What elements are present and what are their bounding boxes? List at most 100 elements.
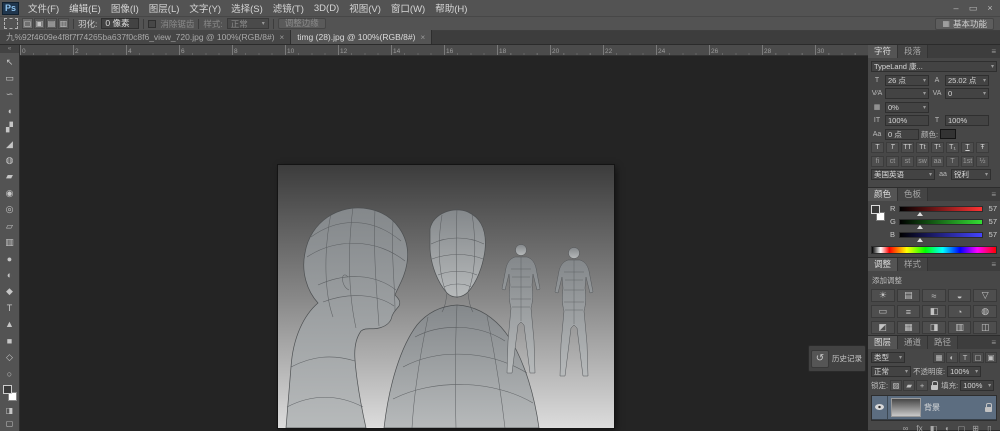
layers-footer-icon[interactable]: ▯ — [984, 423, 995, 431]
adjustment-icon[interactable]: ◒ — [948, 289, 972, 302]
layer-filter-icon[interactable]: ▣ — [985, 352, 997, 363]
style-select[interactable]: 正常 ▾ — [227, 18, 269, 29]
type-style-button[interactable]: T — [886, 142, 899, 153]
tool-button[interactable]: ◆ — [0, 283, 19, 299]
feather-input[interactable]: 0 像素 — [101, 18, 139, 29]
tool-button[interactable]: ◇ — [0, 349, 19, 365]
document-tab[interactable]: timg (28).jpg @ 100%(RGB/8#) × — [291, 30, 432, 44]
tool-button[interactable]: ∽ — [0, 87, 19, 103]
layers-footer-icon[interactable]: fx — [914, 423, 925, 431]
adjustment-icon[interactable]: ◫ — [973, 321, 997, 334]
font-size-select[interactable]: 26 点 ▾ — [885, 75, 929, 86]
tab-paragraph[interactable]: 段落 — [898, 45, 928, 58]
channel-slider[interactable] — [899, 232, 983, 238]
menu-item[interactable]: 文字(Y) — [184, 1, 226, 15]
selection-mode-button[interactable]: ▤ — [46, 18, 57, 29]
document-tab[interactable]: 九%92f4609e4f8f7f74265ba637f0c8f6_view_72… — [0, 30, 291, 44]
tool-button[interactable]: ◍ — [0, 152, 19, 168]
tab-styles[interactable]: 样式 — [898, 258, 928, 271]
layers-footer-icon[interactable]: ◧ — [928, 423, 939, 431]
tool-button[interactable]: ▥ — [0, 234, 19, 250]
opentype-button[interactable]: aa — [931, 156, 944, 167]
tool-button[interactable]: ● — [0, 251, 19, 267]
tool-button[interactable]: ▞ — [0, 120, 19, 136]
fill-select[interactable]: 100% ▾ — [960, 380, 994, 391]
tab-paths[interactable]: 路径 — [928, 336, 958, 349]
layers-footer-icon[interactable]: ∞ — [900, 423, 911, 431]
foreground-color-swatch[interactable] — [871, 205, 880, 214]
workspace-switcher[interactable]: ▦ 基本功能 — [935, 18, 994, 30]
layer-filter-icon[interactable]: ▢ — [972, 352, 984, 363]
channel-value[interactable]: 57 — [985, 204, 997, 213]
tools-collapse-icon[interactable]: « — [0, 45, 19, 53]
tab-color[interactable]: 颜色 — [868, 188, 898, 201]
menu-item[interactable]: 编辑(E) — [64, 1, 106, 15]
panel-menu-icon[interactable]: ≡ — [987, 258, 1000, 271]
selection-mode-button[interactable]: ▢ — [22, 18, 33, 29]
baseline-shift-input[interactable]: 0 点 — [885, 129, 919, 140]
layers-footer-icon[interactable]: ◐ — [942, 423, 953, 431]
tool-button[interactable]: ▭ — [0, 70, 19, 86]
slider-thumb-icon[interactable] — [917, 212, 923, 216]
menu-item[interactable]: 滤镜(T) — [268, 1, 309, 15]
tool-button[interactable]: ↖ — [0, 54, 19, 70]
canvas-area[interactable]: 024681012141618202224262830 — [20, 45, 868, 431]
opentype-button[interactable]: ct — [886, 156, 899, 167]
tool-button[interactable]: ◖ — [0, 103, 19, 119]
adjustment-icon[interactable]: ▤ — [897, 289, 921, 302]
adjustment-icon[interactable]: ≈ — [922, 289, 946, 302]
font-family-select[interactable]: TypeLand 康... ▾ — [871, 61, 997, 72]
tool-button[interactable]: ○ — [0, 365, 19, 381]
adjustment-icon[interactable]: ▽ — [973, 289, 997, 302]
layers-footer-icon[interactable]: ⊞ — [970, 423, 981, 431]
channel-slider[interactable] — [899, 206, 983, 212]
opentype-button[interactable]: st — [901, 156, 914, 167]
layer-filter-icon[interactable]: ▦ — [933, 352, 945, 363]
type-style-button[interactable]: T¹ — [931, 142, 944, 153]
opacity-select[interactable]: 100% ▾ — [947, 366, 981, 377]
tool-button[interactable]: ◎ — [0, 202, 19, 218]
menu-item[interactable]: 视图(V) — [344, 1, 386, 15]
layer-filter-icon[interactable]: ◐ — [946, 352, 958, 363]
layer-thumbnail[interactable] — [892, 399, 920, 416]
layer-filter-select[interactable]: 类型 ▾ — [871, 352, 905, 363]
screen-mode-button[interactable]: ▢ — [0, 417, 19, 430]
type-style-button[interactable]: TT — [901, 142, 914, 153]
menu-item[interactable]: 图层(L) — [144, 1, 185, 15]
tab-layers[interactable]: 图层 — [868, 336, 898, 349]
foreground-color-swatch[interactable] — [3, 385, 12, 394]
adjustment-icon[interactable]: ◔ — [948, 305, 972, 318]
kerning-select[interactable]: ▾ — [885, 88, 929, 99]
opentype-button[interactable]: 1st — [961, 156, 974, 167]
tracking-select[interactable]: 0 ▾ — [945, 88, 989, 99]
tool-button[interactable]: ◐ — [0, 267, 19, 283]
lock-option-icon[interactable]: + — [916, 380, 928, 391]
adjustment-icon[interactable]: ☀ — [871, 289, 895, 302]
type-style-button[interactable]: T — [871, 142, 884, 153]
opentype-button[interactable]: ½ — [976, 156, 989, 167]
type-style-button[interactable]: T — [961, 142, 974, 153]
selection-mode-button[interactable]: ▥ — [58, 18, 69, 29]
menu-item[interactable]: 文件(F) — [23, 1, 64, 15]
tool-button[interactable]: ▱ — [0, 218, 19, 234]
vertical-scale-input[interactable]: 100% — [885, 115, 929, 126]
panel-menu-icon[interactable]: ≡ — [987, 336, 1000, 349]
layer-filter-icon[interactable]: T — [959, 352, 971, 363]
layer-name[interactable]: 背景 — [924, 402, 984, 413]
tab-close-icon[interactable]: × — [280, 33, 285, 42]
selection-mode-button[interactable]: ▣ — [34, 18, 45, 29]
tool-button[interactable]: ▲ — [0, 316, 19, 332]
anti-alias-select[interactable]: 锐利 ▾ — [951, 169, 991, 180]
panel-menu-icon[interactable]: ≡ — [987, 188, 1000, 201]
lock-option-icon[interactable]: ▨ — [890, 380, 902, 391]
language-select[interactable]: 美国英语 ▾ — [871, 169, 935, 180]
adjustment-icon[interactable]: ◍ — [973, 305, 997, 318]
menu-item[interactable]: 选择(S) — [226, 1, 268, 15]
close-button[interactable]: × — [983, 3, 997, 13]
panel-menu-icon[interactable]: ≡ — [987, 45, 1000, 58]
menu-item[interactable]: 帮助(H) — [430, 1, 472, 15]
tab-character[interactable]: 字符 — [868, 45, 898, 58]
tool-button[interactable]: ◢ — [0, 136, 19, 152]
tab-swatches[interactable]: 色板 — [898, 188, 928, 201]
channel-slider[interactable] — [899, 219, 983, 225]
